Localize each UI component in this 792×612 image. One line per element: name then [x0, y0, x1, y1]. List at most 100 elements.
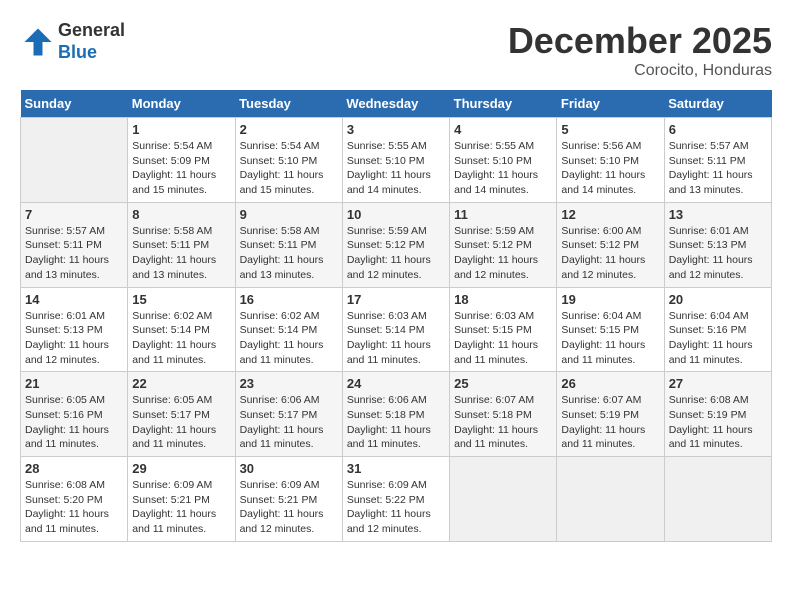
day-number: 8: [132, 207, 230, 222]
day-number: 10: [347, 207, 445, 222]
day-number: 4: [454, 122, 552, 137]
day-number: 7: [25, 207, 123, 222]
day-number: 25: [454, 376, 552, 391]
weekday-header-monday: Monday: [128, 90, 235, 118]
calendar-cell: 6 Sunrise: 5:57 AMSunset: 5:11 PMDaylight…: [664, 118, 771, 203]
calendar-cell: 7 Sunrise: 5:57 AMSunset: 5:11 PMDaylight…: [21, 202, 128, 287]
day-info: Sunrise: 6:06 AMSunset: 5:18 PMDaylight:…: [347, 393, 445, 452]
calendar-cell: 22Sunrise: 6:05 AMSunset: 5:17 PMDayligh…: [128, 372, 235, 457]
weekday-header-row: SundayMondayTuesdayWednesdayThursdayFrid…: [21, 90, 772, 118]
calendar-cell: [664, 457, 771, 542]
day-info: Sunrise: 6:07 AMSunset: 5:19 PMDaylight:…: [561, 393, 659, 452]
day-number: 3: [347, 122, 445, 137]
calendar-cell: 15 Sunrise: 6:02 AMSunset: 5:14 PMDayligh…: [128, 287, 235, 372]
day-info: Sunrise: 6:03 AMSunset: 5:14 PMDaylight:…: [347, 309, 445, 368]
day-info: Sunrise: 6:00 AMSunset: 5:12 PMDaylight:…: [561, 224, 659, 283]
calendar-cell: 4Sunrise: 5:55 AMSunset: 5:10 PMDaylight…: [450, 118, 557, 203]
day-number: 13: [669, 207, 767, 222]
calendar-cell: 13Sunrise: 6:01 AMSunset: 5:13 PMDayligh…: [664, 202, 771, 287]
day-number: 14: [25, 292, 123, 307]
calendar-cell: 16Sunrise: 6:02 AMSunset: 5:14 PMDayligh…: [235, 287, 342, 372]
weekday-header-friday: Friday: [557, 90, 664, 118]
logo-general: General: [58, 20, 125, 42]
weekday-header-tuesday: Tuesday: [235, 90, 342, 118]
day-number: 22: [132, 376, 230, 391]
week-row-2: 7 Sunrise: 5:57 AMSunset: 5:11 PMDaylight…: [21, 202, 772, 287]
calendar-cell: 26 Sunrise: 6:07 AMSunset: 5:19 PMDayligh…: [557, 372, 664, 457]
calendar-cell: 11Sunrise: 5:59 AMSunset: 5:12 PMDayligh…: [450, 202, 557, 287]
week-row-3: 14 Sunrise: 6:01 AMSunset: 5:13 PMDayligh…: [21, 287, 772, 372]
calendar-cell: 30Sunrise: 6:09 AMSunset: 5:21 PMDayligh…: [235, 457, 342, 542]
weekday-header-wednesday: Wednesday: [342, 90, 449, 118]
calendar-cell: 25 Sunrise: 6:07 AMSunset: 5:18 PMDayligh…: [450, 372, 557, 457]
calendar-cell: 14 Sunrise: 6:01 AMSunset: 5:13 PMDayligh…: [21, 287, 128, 372]
weekday-header-sunday: Sunday: [21, 90, 128, 118]
day-number: 17: [347, 292, 445, 307]
week-row-4: 21 Sunrise: 6:05 AMSunset: 5:16 PMDayligh…: [21, 372, 772, 457]
calendar-cell: [450, 457, 557, 542]
day-number: 27: [669, 376, 767, 391]
day-info: Sunrise: 6:09 AMSunset: 5:21 PMDaylight:…: [132, 478, 230, 537]
weekday-header-thursday: Thursday: [450, 90, 557, 118]
calendar-cell: 29 Sunrise: 6:09 AMSunset: 5:21 PMDayligh…: [128, 457, 235, 542]
day-info: Sunrise: 6:09 AMSunset: 5:22 PMDaylight:…: [347, 478, 445, 537]
week-row-1: 1 Sunrise: 5:54 AMSunset: 5:09 PMDaylight…: [21, 118, 772, 203]
title-block: December 2025 Corocito, Honduras: [508, 20, 772, 80]
day-info: Sunrise: 5:54 AMSunset: 5:10 PMDaylight:…: [240, 139, 338, 198]
calendar-cell: 12 Sunrise: 6:00 AMSunset: 5:12 PMDayligh…: [557, 202, 664, 287]
calendar-cell: [557, 457, 664, 542]
day-number: 9: [240, 207, 338, 222]
day-number: 5: [561, 122, 659, 137]
day-number: 31: [347, 461, 445, 476]
month-title: December 2025: [508, 20, 772, 62]
calendar-cell: 24 Sunrise: 6:06 AMSunset: 5:18 PMDayligh…: [342, 372, 449, 457]
day-number: 15: [132, 292, 230, 307]
calendar-cell: 21 Sunrise: 6:05 AMSunset: 5:16 PMDayligh…: [21, 372, 128, 457]
calendar-cell: 3Sunrise: 5:55 AMSunset: 5:10 PMDaylight…: [342, 118, 449, 203]
day-info: Sunrise: 6:06 AMSunset: 5:17 PMDaylight:…: [240, 393, 338, 452]
calendar-cell: 2 Sunrise: 5:54 AMSunset: 5:10 PMDaylight…: [235, 118, 342, 203]
day-info: Sunrise: 6:04 AMSunset: 5:15 PMDaylight:…: [561, 309, 659, 368]
day-info: Sunrise: 6:03 AMSunset: 5:15 PMDaylight:…: [454, 309, 552, 368]
day-number: 19: [561, 292, 659, 307]
day-number: 21: [25, 376, 123, 391]
day-number: 2: [240, 122, 338, 137]
day-info: Sunrise: 5:57 AMSunset: 5:11 PMDaylight:…: [669, 139, 767, 198]
logo-text: General Blue: [58, 20, 125, 63]
day-info: Sunrise: 5:56 AMSunset: 5:10 PMDaylight:…: [561, 139, 659, 198]
day-info: Sunrise: 6:01 AMSunset: 5:13 PMDaylight:…: [25, 309, 123, 368]
day-info: Sunrise: 6:05 AMSunset: 5:16 PMDaylight:…: [25, 393, 123, 452]
day-info: Sunrise: 6:02 AMSunset: 5:14 PMDaylight:…: [240, 309, 338, 368]
calendar-cell: 5 Sunrise: 5:56 AMSunset: 5:10 PMDaylight…: [557, 118, 664, 203]
day-info: Sunrise: 5:59 AMSunset: 5:12 PMDaylight:…: [347, 224, 445, 283]
day-number: 6: [669, 122, 767, 137]
page-header: General Blue December 2025 Corocito, Hon…: [20, 20, 772, 80]
day-number: 28: [25, 461, 123, 476]
calendar-table: SundayMondayTuesdayWednesdayThursdayFrid…: [20, 90, 772, 542]
day-info: Sunrise: 6:08 AMSunset: 5:20 PMDaylight:…: [25, 478, 123, 537]
calendar-cell: 18Sunrise: 6:03 AMSunset: 5:15 PMDayligh…: [450, 287, 557, 372]
calendar-cell: 10 Sunrise: 5:59 AMSunset: 5:12 PMDayligh…: [342, 202, 449, 287]
calendar-cell: 31 Sunrise: 6:09 AMSunset: 5:22 PMDayligh…: [342, 457, 449, 542]
day-number: 12: [561, 207, 659, 222]
location: Corocito, Honduras: [508, 62, 772, 80]
day-number: 26: [561, 376, 659, 391]
calendar-cell: 9Sunrise: 5:58 AMSunset: 5:11 PMDaylight…: [235, 202, 342, 287]
calendar-cell: 23 Sunrise: 6:06 AMSunset: 5:17 PMDayligh…: [235, 372, 342, 457]
day-info: Sunrise: 5:57 AMSunset: 5:11 PMDaylight:…: [25, 224, 123, 283]
day-info: Sunrise: 6:04 AMSunset: 5:16 PMDaylight:…: [669, 309, 767, 368]
day-number: 1: [132, 122, 230, 137]
day-number: 23: [240, 376, 338, 391]
day-number: 24: [347, 376, 445, 391]
calendar-cell: 1 Sunrise: 5:54 AMSunset: 5:09 PMDaylight…: [128, 118, 235, 203]
day-info: Sunrise: 5:58 AMSunset: 5:11 PMDaylight:…: [132, 224, 230, 283]
day-number: 20: [669, 292, 767, 307]
calendar-cell: 19 Sunrise: 6:04 AMSunset: 5:15 PMDayligh…: [557, 287, 664, 372]
day-info: Sunrise: 6:02 AMSunset: 5:14 PMDaylight:…: [132, 309, 230, 368]
calendar-cell: 27Sunrise: 6:08 AMSunset: 5:19 PMDayligh…: [664, 372, 771, 457]
day-number: 29: [132, 461, 230, 476]
day-info: Sunrise: 5:54 AMSunset: 5:09 PMDaylight:…: [132, 139, 230, 198]
day-number: 11: [454, 207, 552, 222]
day-info: Sunrise: 6:07 AMSunset: 5:18 PMDaylight:…: [454, 393, 552, 452]
weekday-header-saturday: Saturday: [664, 90, 771, 118]
